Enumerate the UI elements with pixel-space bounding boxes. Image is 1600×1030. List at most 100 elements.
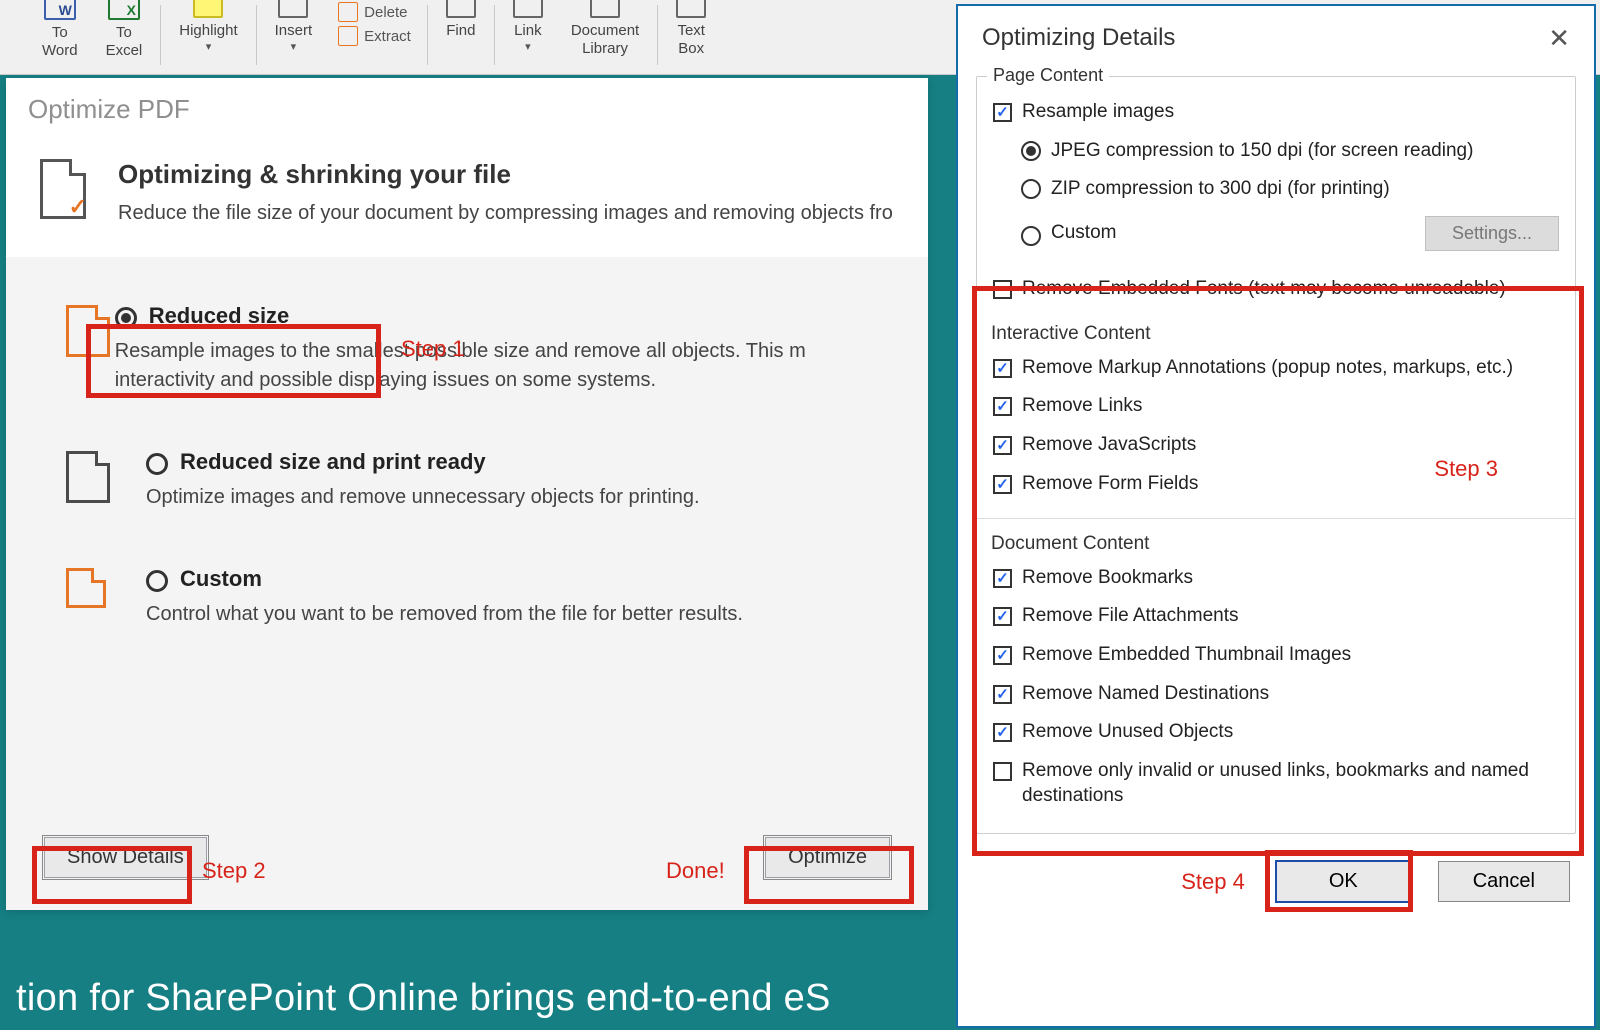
resample-images-check[interactable]: Resample images (991, 93, 1561, 132)
remove-thumbnails-check[interactable]: Remove Embedded Thumbnail Images (991, 636, 1561, 675)
ribbon-separator (494, 5, 495, 65)
ribbon-to-excel[interactable]: To Excel (92, 0, 157, 75)
background-text: tion for SharePoint Online brings end-to… (16, 977, 831, 1020)
check-label: Resample images (1022, 100, 1174, 125)
ribbon-separator (657, 5, 658, 65)
remove-bookmarks-check[interactable]: Remove Bookmarks (991, 559, 1561, 598)
remove-unused-check[interactable]: Remove Unused Objects (991, 713, 1561, 752)
checkbox-icon (993, 762, 1012, 781)
option-desc: Optimize images and remove unnecessary o… (146, 483, 700, 512)
check-label: Remove only invalid or unused links, boo… (1022, 759, 1559, 808)
check-label: Remove Embedded Thumbnail Images (1022, 643, 1351, 668)
details-title: Optimizing Details (982, 24, 1175, 52)
checkbox-icon (993, 103, 1012, 122)
check-label: Remove Markup Annotations (popup notes, … (1022, 356, 1513, 381)
remove-links-check[interactable]: Remove Links (991, 387, 1561, 426)
radio-icon (1021, 141, 1041, 161)
check-label: Remove Unused Objects (1022, 720, 1233, 745)
checkbox-icon (993, 646, 1012, 665)
ribbon-label: Insert (275, 22, 313, 40)
cancel-button[interactable]: Cancel (1438, 861, 1570, 902)
highlight-icon (193, 0, 223, 18)
close-button[interactable]: ✕ (1548, 25, 1570, 51)
check-label: Remove Bookmarks (1022, 566, 1193, 591)
check-label: Remove File Attachments (1022, 604, 1238, 629)
option-desc: Resample images to the smallest possible… (115, 337, 868, 395)
settings-button: Settings... (1425, 216, 1559, 251)
ribbon-separator (427, 5, 428, 65)
ribbon-delete[interactable]: Delete (338, 0, 407, 24)
optimize-pdf-pane: Optimize PDF Optimizing & shrinking your… (6, 78, 928, 910)
option-desc: Control what you want to be removed from… (146, 600, 743, 629)
link-icon (513, 0, 543, 18)
ribbon-insert[interactable]: Insert ▾ (261, 0, 327, 75)
checkbox-icon (993, 397, 1012, 416)
check-label: Remove JavaScripts (1022, 433, 1196, 458)
ribbon-label: To Word (42, 24, 78, 60)
optimize-options: Reduced size Resample images to the smal… (6, 257, 928, 689)
custom-radio[interactable]: Custom Settings... (991, 209, 1561, 258)
trash-icon (338, 2, 358, 22)
option-title: Custom (180, 566, 262, 592)
check-label: Remove Form Fields (1022, 472, 1198, 497)
ribbon-label: Document Library (571, 22, 639, 58)
print-ready-icon (66, 451, 110, 503)
ribbon-text-box[interactable]: Text Box (662, 0, 720, 75)
ribbon-page-actions: Delete Extract (326, 0, 423, 48)
checkbox-icon (993, 359, 1012, 378)
ribbon-link[interactable]: Link ▾ (499, 0, 557, 75)
interactive-content-legend: Interactive Content (991, 323, 1561, 345)
check-label: Remove Links (1022, 394, 1142, 419)
radio-custom[interactable] (146, 570, 168, 592)
ribbon-highlight[interactable]: Highlight ▾ (165, 0, 251, 75)
ribbon-extract[interactable]: Extract (338, 24, 411, 48)
document-check-icon (40, 159, 86, 219)
chevron-down-icon: ▾ (291, 40, 297, 53)
chevron-down-icon: ▾ (525, 40, 531, 53)
remove-named-dest-check[interactable]: Remove Named Destinations (991, 675, 1561, 714)
insert-icon (278, 0, 308, 18)
jpeg-radio[interactable]: JPEG compression to 150 dpi (for screen … (991, 132, 1561, 171)
optimizing-details-dialog: Optimizing Details ✕ Page Content Resamp… (956, 4, 1596, 1028)
remove-attachments-check[interactable]: Remove File Attachments (991, 597, 1561, 636)
find-icon (446, 0, 476, 18)
page-content-legend: Page Content (987, 65, 1109, 86)
checkbox-icon (993, 436, 1012, 455)
radio-reduced-size[interactable] (115, 307, 137, 329)
remove-markup-check[interactable]: Remove Markup Annotations (popup notes, … (991, 349, 1561, 388)
optimize-subheading: Reduce the file size of your document by… (118, 202, 893, 225)
textbox-icon (676, 0, 706, 18)
ribbon-document-library[interactable]: Document Library (557, 0, 653, 75)
check-label: Remove Embedded Fonts (text may become u… (1022, 277, 1506, 302)
reduced-size-icon (66, 305, 110, 357)
ok-button[interactable]: OK (1275, 860, 1412, 903)
remove-fonts-check[interactable]: Remove Embedded Fonts (text may become u… (991, 270, 1561, 309)
ribbon-to-word[interactable]: To Word (28, 0, 92, 75)
ribbon-find[interactable]: Find (432, 0, 490, 75)
extract-icon (338, 26, 358, 46)
show-details-button[interactable]: Show Details (44, 837, 207, 878)
option-title: Reduced size and print ready (180, 449, 486, 475)
step2-label: Step 2 (202, 858, 266, 884)
done-label: Done! (666, 858, 725, 884)
ribbon-label: Find (446, 22, 475, 40)
optimize-heading: Optimizing & shrinking your file (118, 159, 893, 190)
option-custom[interactable]: Custom Control what you want to be remov… (36, 546, 898, 663)
checkbox-icon (993, 723, 1012, 742)
ribbon-separator (256, 5, 257, 65)
document-content-legend: Document Content (991, 533, 1561, 555)
option-reduced-size[interactable]: Reduced size Resample images to the smal… (36, 283, 898, 429)
checkbox-icon (993, 280, 1012, 299)
checkbox-icon (993, 569, 1012, 588)
radio-reduced-print[interactable] (146, 453, 168, 475)
ribbon-label: Delete (364, 4, 407, 21)
radio-icon (1021, 179, 1041, 199)
library-icon (590, 0, 620, 18)
optimize-button[interactable]: Optimize (765, 837, 890, 878)
zip-radio[interactable]: ZIP compression to 300 dpi (for printing… (991, 170, 1561, 209)
ribbon-label: Extract (364, 28, 411, 45)
chevron-down-icon: ▾ (206, 40, 212, 53)
remove-invalid-check[interactable]: Remove only invalid or unused links, boo… (991, 752, 1561, 815)
option-reduced-print[interactable]: Reduced size and print ready Optimize im… (36, 429, 898, 546)
ribbon-label: Text Box (677, 22, 705, 58)
